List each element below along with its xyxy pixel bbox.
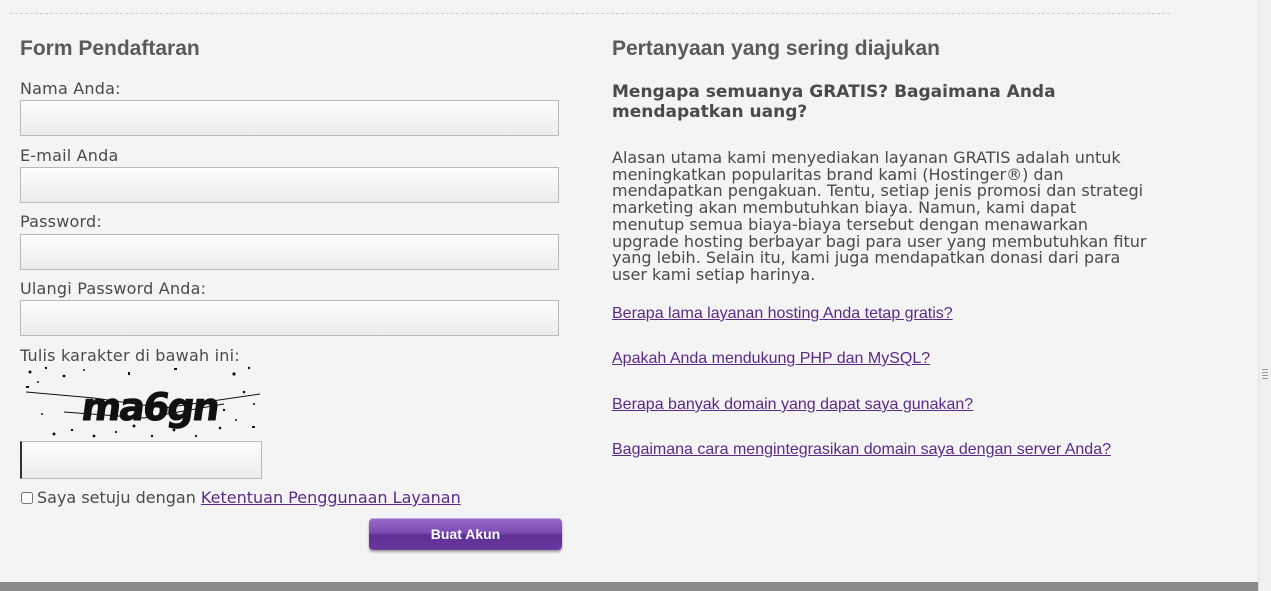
captcha-text: ma6gn	[79, 386, 221, 430]
name-input[interactable]	[20, 100, 559, 136]
terms-checkbox[interactable]	[21, 492, 33, 504]
faq-link-domain-integration[interactable]: Bagaimana cara mengintegrasikan domain s…	[612, 441, 1111, 459]
captcha-input[interactable]	[20, 441, 262, 479]
faq-title: Pertanyaan yang sering diajukan	[612, 37, 940, 60]
bottom-bar	[0, 582, 1258, 591]
terms-link[interactable]: Ketentuan Penggunaan Layanan	[201, 488, 461, 508]
page: Form Pendaftaran Nama Anda: E-mail Anda …	[0, 0, 1258, 582]
terms-agreement: Saya setuju dengan Ketentuan Penggunaan …	[20, 488, 461, 508]
form-title: Form Pendaftaran	[20, 37, 200, 60]
faq-link-domain-count[interactable]: Berapa banyak domain yang dapat saya gun…	[612, 396, 973, 414]
repeat-password-input[interactable]	[20, 300, 559, 336]
email-label: E-mail Anda	[20, 146, 119, 165]
faq-question: Mengapa semuanya GRATIS? Bagaimana Anda …	[612, 82, 1056, 122]
repeat-password-label: Ulangi Password Anda:	[20, 279, 207, 298]
faq-section: Pertanyaan yang sering diajukan Mengapa …	[612, 36, 1157, 476]
password-input[interactable]	[20, 234, 559, 270]
name-label: Nama Anda:	[20, 79, 121, 98]
top-divider	[10, 13, 1170, 14]
agree-text: Saya setuju dengan	[37, 488, 196, 507]
faq-answer: Alasan utama kami menyediakan layanan GR…	[612, 148, 1147, 284]
scrollbar-grip-icon	[1262, 369, 1268, 381]
faq-link-hosting-duration[interactable]: Berapa lama layanan hosting Anda tetap g…	[612, 305, 953, 323]
email-input[interactable]	[20, 167, 559, 203]
create-account-button[interactable]: Buat Akun	[369, 518, 562, 550]
vertical-scrollbar[interactable]	[1258, 0, 1271, 591]
registration-form: Form Pendaftaran Nama Anda: E-mail Anda …	[20, 36, 565, 576]
captcha-label: Tulis karakter di bawah ini:	[20, 346, 240, 365]
password-label: Password:	[20, 212, 102, 231]
captcha-image: ma6gn	[25, 366, 261, 438]
faq-link-php-mysql[interactable]: Apakah Anda mendukung PHP dan MySQL?	[612, 350, 930, 368]
